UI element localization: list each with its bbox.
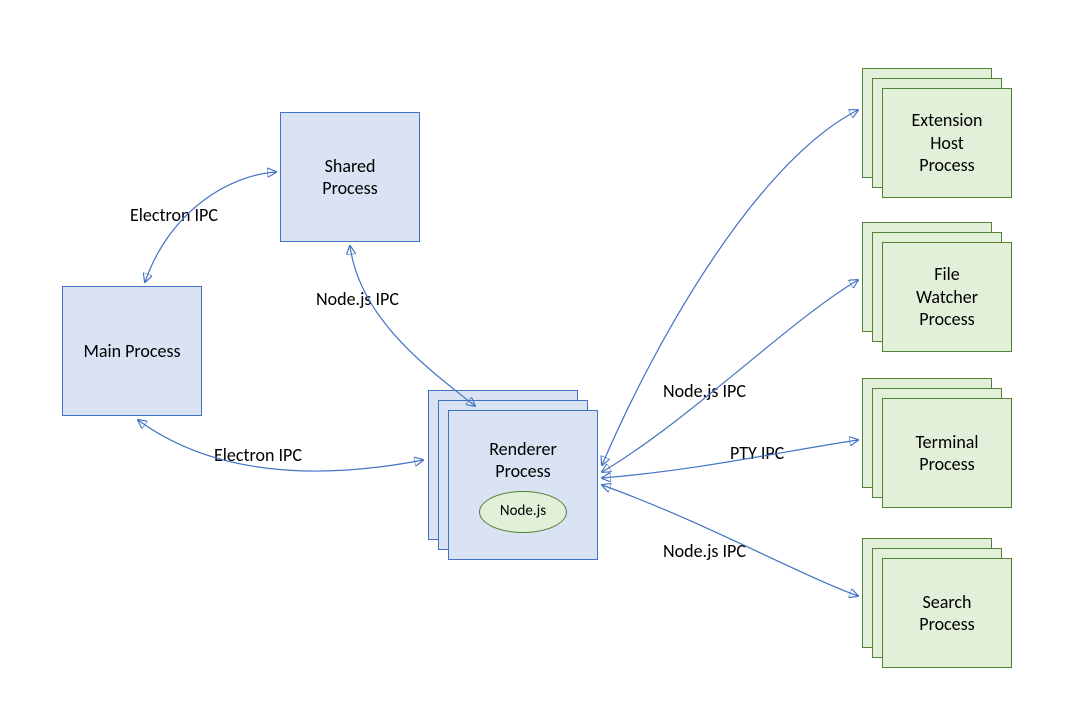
node-extension-host-label: ExtensionHostProcess xyxy=(911,109,982,177)
node-renderer-process: RendererProcess Node.js xyxy=(448,410,598,560)
edge-main-shared xyxy=(145,172,276,282)
node-extension-host-stack: ExtensionHostProcess xyxy=(862,68,1012,198)
node-renderer-process-stack: RendererProcess Node.js xyxy=(428,390,598,560)
edge-shared-renderer xyxy=(350,246,475,406)
node-terminal-stack: TerminalProcess xyxy=(862,378,1012,508)
node-renderer-inner-label: Node.js xyxy=(500,502,546,521)
node-file-watcher-stack: FileWatcherProcess xyxy=(862,222,1012,352)
node-file-watcher-label: FileWatcherProcess xyxy=(916,263,978,331)
node-search-stack: SearchProcess xyxy=(862,538,1012,668)
edge-label-main-renderer: Electron IPC xyxy=(214,444,302,466)
edge-label-renderer-ipc: Node.js IPC xyxy=(663,380,746,402)
node-shared-process-label: SharedProcess xyxy=(322,155,377,200)
edge-label-shared-renderer: Node.js IPC xyxy=(316,288,399,310)
edge-label-renderer-search: Node.js IPC xyxy=(663,540,746,562)
node-main-process-label: Main Process xyxy=(83,340,180,363)
node-search-label: SearchProcess xyxy=(919,591,974,636)
edge-label-renderer-pty: PTY IPC xyxy=(730,442,784,464)
node-extension-host: ExtensionHostProcess xyxy=(882,88,1012,198)
node-main-process: Main Process xyxy=(62,286,202,416)
node-file-watcher: FileWatcherProcess xyxy=(882,242,1012,352)
node-terminal: TerminalProcess xyxy=(882,398,1012,508)
node-terminal-label: TerminalProcess xyxy=(915,431,978,476)
node-renderer-inner: Node.js xyxy=(479,491,567,533)
node-search: SearchProcess xyxy=(882,558,1012,668)
node-renderer-process-label: RendererProcess xyxy=(489,438,557,483)
edge-label-main-shared: Electron IPC xyxy=(130,204,218,226)
node-shared-process: SharedProcess xyxy=(280,112,420,242)
edge-renderer-ext xyxy=(602,110,858,465)
